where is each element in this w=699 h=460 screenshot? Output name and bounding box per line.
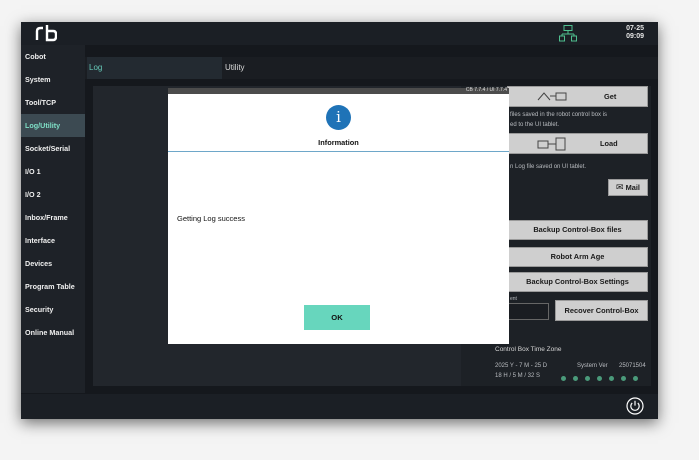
sidebar: Cobot System Tool/TCP Log/Utility Socket… bbox=[21, 45, 85, 393]
load-button[interactable]: Load bbox=[507, 133, 648, 154]
network-icon[interactable] bbox=[559, 25, 577, 42]
dialog-message: Getting Log success bbox=[177, 214, 245, 223]
transfer-icon bbox=[537, 92, 567, 101]
sidebar-item-socket-serial[interactable]: Socket/Serial bbox=[21, 137, 85, 160]
load-label: Load bbox=[600, 139, 618, 148]
top-bar: 07-25 09:09 bbox=[21, 22, 658, 45]
dialog-title: Information bbox=[318, 138, 359, 147]
information-dialog: CB 7.7.4 / UI 7.7.4 i Information Gettin… bbox=[168, 87, 509, 344]
tab-utility[interactable]: Utility bbox=[225, 57, 245, 79]
sidebar-item-online-manual[interactable]: Online Manual bbox=[21, 321, 85, 344]
sidebar-item-cobot[interactable]: Cobot bbox=[21, 45, 85, 68]
info-icon: i bbox=[326, 105, 351, 130]
bottom-bar bbox=[21, 394, 658, 419]
robot-arm-age-button[interactable]: Robot Arm Age bbox=[507, 247, 648, 267]
dialog-top-strip: CB 7.7.4 / UI 7.7.4 bbox=[168, 87, 509, 94]
get-label: Get bbox=[604, 92, 617, 101]
get-button[interactable]: Get bbox=[507, 86, 648, 107]
time-text: 09:09 bbox=[626, 33, 644, 40]
recover-control-box-button[interactable]: Recover Control-Box bbox=[555, 300, 648, 321]
system-ver-label: System Ver bbox=[577, 363, 608, 369]
date-text: 07-25 bbox=[626, 25, 644, 32]
control-box-input[interactable] bbox=[508, 303, 549, 320]
file-load-icon bbox=[537, 137, 566, 151]
load-desc: n Log file saved on UI tablet. bbox=[510, 164, 587, 170]
rb-logo bbox=[35, 25, 57, 42]
system-ver-value: 25071504 bbox=[619, 363, 646, 369]
status-dot bbox=[609, 376, 614, 381]
sidebar-item-security[interactable]: Security bbox=[21, 298, 85, 321]
status-dot bbox=[573, 376, 578, 381]
datetime: 07-25 09:09 bbox=[626, 25, 644, 41]
sidebar-item-inbox-frame[interactable]: Inbox/Frame bbox=[21, 206, 85, 229]
tab-log[interactable]: Log bbox=[87, 57, 222, 79]
sidebar-item-devices[interactable]: Devices bbox=[21, 252, 85, 275]
sidebar-item-io2[interactable]: I/O 2 bbox=[21, 183, 85, 206]
sidebar-item-io1[interactable]: I/O 1 bbox=[21, 160, 85, 183]
sidebar-item-tool-tcp[interactable]: Tool/TCP bbox=[21, 91, 85, 114]
timezone-title: Control Box Time Zone bbox=[495, 346, 562, 353]
get-desc-2: ed to the UI tablet. bbox=[510, 122, 560, 128]
ok-button[interactable]: OK bbox=[304, 305, 370, 330]
sidebar-item-log-utility[interactable]: Log/Utility bbox=[21, 114, 85, 137]
power-icon[interactable] bbox=[626, 397, 644, 415]
sidebar-item-interface[interactable]: Interface bbox=[21, 229, 85, 252]
mail-label: Mail bbox=[625, 183, 640, 192]
status-dot bbox=[561, 376, 566, 381]
status-dot bbox=[621, 376, 626, 381]
input-label: ent bbox=[510, 296, 517, 302]
get-desc-1: files saved in the robot control box is bbox=[510, 112, 608, 118]
sidebar-item-system[interactable]: System bbox=[21, 68, 85, 91]
status-dot bbox=[633, 376, 638, 381]
mail-button[interactable]: ✉ Mail bbox=[608, 179, 648, 196]
status-dot bbox=[585, 376, 590, 381]
date-readout: 2025 Y - 7 M - 25 D bbox=[495, 363, 548, 369]
backup-control-box-files-button[interactable]: Backup Control-Box files bbox=[507, 220, 648, 240]
time-readout: 18 H / 5 M / 32 S bbox=[495, 373, 541, 379]
backup-control-box-settings-button[interactable]: Backup Control-Box Settings bbox=[507, 272, 648, 292]
mail-icon: ✉ bbox=[616, 183, 624, 193]
screen: 07-25 09:09 Cobot System Tool/TCP Log/Ut… bbox=[21, 22, 658, 419]
status-dot bbox=[597, 376, 602, 381]
version-text: CB 7.7.4 / UI 7.7.4 bbox=[465, 87, 507, 93]
dialog-divider bbox=[168, 151, 509, 152]
sidebar-item-program-table[interactable]: Program Table bbox=[21, 275, 85, 298]
